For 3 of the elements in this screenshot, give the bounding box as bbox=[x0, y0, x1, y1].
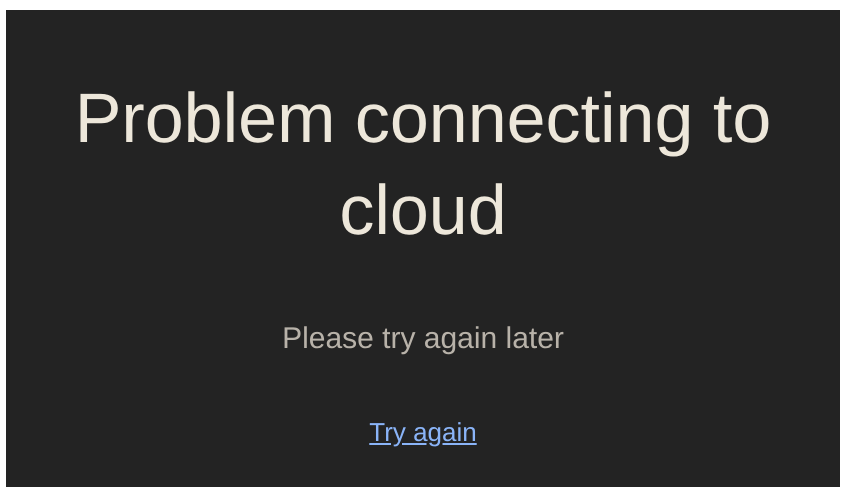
try-again-link[interactable]: Try again bbox=[369, 413, 477, 452]
error-message: Please try again later bbox=[282, 321, 564, 357]
error-title: Problem connecting to cloud bbox=[74, 78, 772, 251]
